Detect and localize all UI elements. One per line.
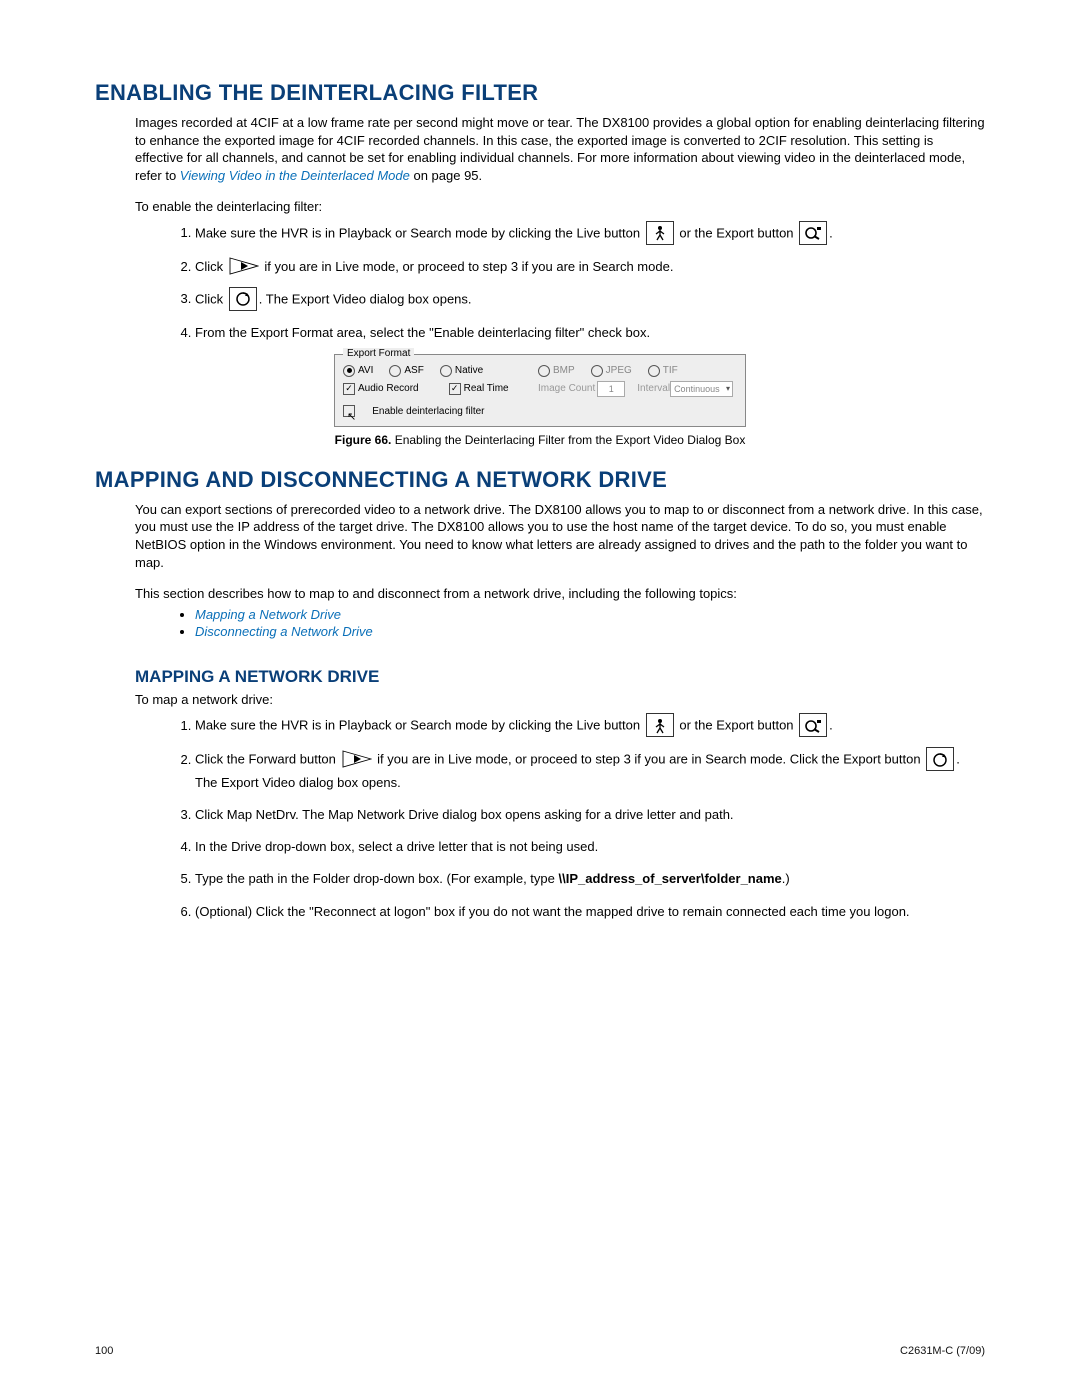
text: Make sure the HVR is in Playback or Sear… bbox=[195, 718, 640, 733]
link-mapping-network-drive[interactable]: Mapping a Network Drive bbox=[195, 607, 341, 622]
text: if you are in Live mode, or proceed to s… bbox=[377, 752, 920, 767]
export-button-icon bbox=[799, 713, 827, 737]
text: on page 95. bbox=[410, 168, 482, 183]
image-count-spinner[interactable]: 1 bbox=[597, 381, 625, 397]
para-deinterlace-intro: Images recorded at 4CIF at a low frame r… bbox=[135, 114, 985, 184]
panel-legend: Export Format bbox=[343, 348, 414, 359]
label: JPEG bbox=[606, 365, 632, 376]
step-6: (Optional) Click the "Reconnect at logon… bbox=[195, 901, 985, 923]
play-button-icon bbox=[342, 750, 372, 768]
radio-avi[interactable]: AVI bbox=[343, 365, 373, 377]
label: ASF bbox=[404, 365, 423, 376]
radio-jpeg[interactable]: JPEG bbox=[591, 365, 632, 377]
radio-asf[interactable]: ASF bbox=[389, 365, 423, 377]
label: Native bbox=[455, 365, 483, 376]
doc-id: C2631M-C (7/09) bbox=[900, 1345, 985, 1357]
figure-number: Figure 66. bbox=[335, 433, 392, 447]
text: or the Export button bbox=[679, 718, 793, 733]
example-path: \\IP_address_of_server\folder_name bbox=[558, 871, 781, 886]
interval-dropdown[interactable]: Continuous bbox=[670, 381, 733, 397]
heading-mapping-disconnecting: Mapping and Disconnecting a Network Driv… bbox=[95, 467, 985, 493]
export-video-icon bbox=[926, 747, 954, 771]
para-to-map: To map a network drive: bbox=[135, 691, 985, 709]
cursor-icon: ↖ bbox=[347, 410, 356, 423]
radio-tif[interactable]: TIF bbox=[648, 365, 678, 377]
bullet-disconnecting: Disconnecting a Network Drive bbox=[195, 624, 985, 639]
text: .) bbox=[782, 871, 790, 886]
figure-text: Enabling the Deinterlacing Filter from t… bbox=[391, 433, 745, 447]
label: TIF bbox=[663, 365, 678, 376]
page-footer: 100 C2631M-C (7/09) bbox=[95, 1345, 985, 1357]
label-image-count: Image Count bbox=[538, 383, 595, 394]
steps-enable-deinterlace: Make sure the HVR is in Playback or Sear… bbox=[135, 222, 985, 344]
heading-enabling-deinterlacing: Enabling the Deinterlacing Filter bbox=[95, 80, 985, 106]
export-format-panel: Export Format AVI ASF Native BMP JPEG TI… bbox=[334, 354, 746, 427]
para-to-enable: To enable the deinterlacing filter: bbox=[135, 198, 985, 216]
live-button-icon bbox=[646, 713, 674, 737]
step-5: Type the path in the Folder drop-down bo… bbox=[195, 868, 985, 890]
link-disconnecting-network-drive[interactable]: Disconnecting a Network Drive bbox=[195, 624, 373, 639]
page-number: 100 bbox=[95, 1345, 113, 1357]
text: Click bbox=[195, 291, 223, 306]
heading-mapping-network-drive: Mapping a Network Drive bbox=[135, 667, 985, 687]
label-enable-deinterlacing: Enable deinterlacing filter bbox=[372, 406, 484, 417]
label: Audio Record bbox=[358, 383, 419, 394]
live-button-icon bbox=[646, 221, 674, 245]
step-2: Click if you are in Live mode, or procee… bbox=[195, 256, 985, 278]
figure-66-caption: Figure 66. Enabling the Deinterlacing Fi… bbox=[95, 433, 985, 447]
step-3: Click . The Export Video dialog box open… bbox=[195, 288, 985, 312]
step-4: From the Export Format area, select the … bbox=[195, 322, 985, 344]
checkbox-real-time[interactable]: Real Time bbox=[449, 381, 509, 397]
step-1: Make sure the HVR is in Playback or Sear… bbox=[195, 714, 985, 738]
label: Real Time bbox=[464, 383, 509, 394]
link-viewing-video-deinterlaced[interactable]: Viewing Video in the Deinterlaced Mode bbox=[180, 168, 410, 183]
label-interval: Interval bbox=[637, 383, 670, 394]
step-1: Make sure the HVR is in Playback or Sear… bbox=[195, 222, 985, 246]
label: BMP bbox=[553, 365, 575, 376]
export-button-icon bbox=[799, 221, 827, 245]
text: Click the Forward button bbox=[195, 752, 336, 767]
text: or the Export button bbox=[679, 225, 793, 240]
para-mapping-intro: You can export sections of prerecorded v… bbox=[135, 501, 985, 571]
para-section-describes: This section describes how to map to and… bbox=[135, 585, 985, 603]
text: if you are in Live mode, or proceed to s… bbox=[264, 259, 673, 274]
checkbox-audio-record[interactable]: Audio Record bbox=[343, 381, 419, 397]
text: Type the path in the Folder drop-down bo… bbox=[195, 871, 558, 886]
radio-bmp[interactable]: BMP bbox=[538, 365, 575, 377]
steps-map-drive: Make sure the HVR is in Playback or Sear… bbox=[135, 714, 985, 922]
bullet-mapping: Mapping a Network Drive bbox=[195, 607, 985, 622]
step-3: Click Map NetDrv. The Map Network Drive … bbox=[195, 804, 985, 826]
radio-native[interactable]: Native bbox=[440, 365, 483, 377]
step-4: In the Drive drop-down box, select a dri… bbox=[195, 836, 985, 858]
text: . The Export Video dialog box opens. bbox=[259, 291, 472, 306]
label: AVI bbox=[358, 365, 373, 376]
play-button-icon bbox=[229, 257, 259, 275]
export-video-icon bbox=[229, 287, 257, 311]
text: Click bbox=[195, 259, 223, 274]
text: Make sure the HVR is in Playback or Sear… bbox=[195, 225, 640, 240]
step-2: Click the Forward button if you are in L… bbox=[195, 748, 985, 794]
